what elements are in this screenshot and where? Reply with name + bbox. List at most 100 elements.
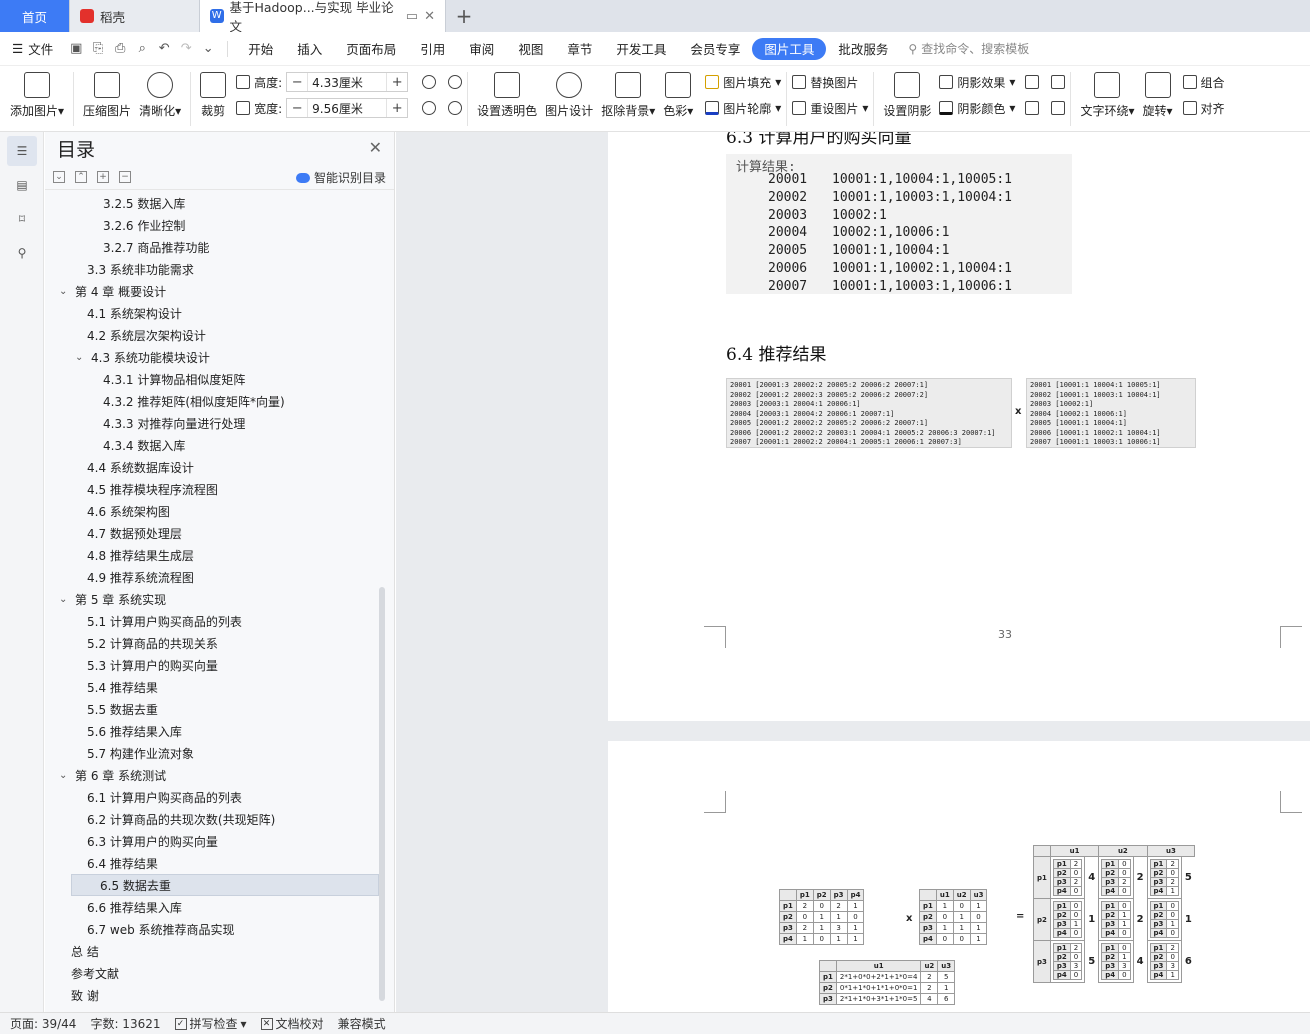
remove-background-button[interactable]: 抠除背景▾ xyxy=(597,66,659,119)
toc-item[interactable]: 4.8 推荐结果生成层 xyxy=(45,544,381,566)
menu-tab-1[interactable]: 插入 xyxy=(285,38,334,60)
collapse-chevron-icon[interactable]: ⌄ xyxy=(59,770,71,781)
toc-item[interactable]: 3.2.6 作业控制 xyxy=(45,214,381,236)
sharpen-button[interactable]: 清晰化▾ xyxy=(135,66,185,119)
toc-item[interactable]: 4.2 系统层次架构设计 xyxy=(45,324,381,346)
page-indicator[interactable]: 页面: 39/44 xyxy=(10,1015,76,1032)
toc-item[interactable]: 3.2.5 数据入库 xyxy=(45,192,381,214)
pin-window-icon[interactable]: ▭ xyxy=(406,9,418,24)
add-entry-icon[interactable]: + xyxy=(97,170,109,183)
toc-item[interactable]: ⌄ 第 5 章 系统实现 xyxy=(45,588,381,610)
word-count[interactable]: 字数: 13621 xyxy=(90,1015,160,1032)
menu-tab-5[interactable]: 视图 xyxy=(506,38,555,60)
export-icon[interactable]: ⎘ xyxy=(87,38,109,60)
menu-tab-3[interactable]: 引用 xyxy=(408,38,457,60)
redo-icon[interactable]: ↷ xyxy=(175,38,197,60)
align-button[interactable]: 对齐 xyxy=(1182,98,1225,118)
toc-item[interactable]: 6.4 推荐结果 xyxy=(45,852,381,874)
width-decrease-button[interactable]: − xyxy=(287,101,307,116)
reset-image-button[interactable]: 重设图片 ▾ xyxy=(792,98,868,118)
toc-item[interactable]: 6.6 推荐结果入库 xyxy=(45,896,381,918)
toc-item[interactable]: 6.2 计算商品的共现次数(共现矩阵) xyxy=(45,808,381,830)
toc-item[interactable]: 5.6 推荐结果入库 xyxy=(45,720,381,742)
rotate-left-icon[interactable] xyxy=(422,75,437,89)
file-menu[interactable]: ☰ 文件 xyxy=(12,39,53,58)
rotate-button[interactable]: 旋转▾ xyxy=(1138,66,1176,119)
find-icon[interactable]: ⚲ xyxy=(7,238,37,268)
shadow-down-icon[interactable] xyxy=(1051,75,1066,89)
toc-item[interactable]: 5.5 数据去重 xyxy=(45,698,381,720)
toc-item[interactable]: 4.4 系统数据库设计 xyxy=(45,456,381,478)
text-wrap-button[interactable]: 文字环绕▾ xyxy=(1076,66,1138,119)
contrast-icon[interactable] xyxy=(448,101,463,115)
shadow-effect-button[interactable]: 阴影效果 ▾ xyxy=(939,72,1015,92)
set-shadow-button[interactable]: 设置阴影 xyxy=(879,66,935,119)
toc-item[interactable]: 5.4 推荐结果 xyxy=(45,676,381,698)
purchase-vector-image[interactable]: 20001 [10001:1 10004:1 10005:1] 20002 [10… xyxy=(1026,378,1196,448)
menu-tab-8[interactable]: 会员专享 xyxy=(678,38,752,60)
collapse-chevron-icon[interactable]: ⌄ xyxy=(59,594,71,605)
width-input[interactable]: 9.56厘米 xyxy=(307,99,388,117)
close-tab-icon[interactable]: ✕ xyxy=(424,9,435,24)
toc-item[interactable]: 4.9 推荐系统流程图 xyxy=(45,566,381,588)
new-tab-button[interactable]: + xyxy=(446,0,482,32)
shadow-color-button[interactable]: 阴影颜色 ▾ xyxy=(939,98,1015,118)
spell-check-toggle[interactable]: ✓ 拼写检查 ▾ xyxy=(174,1015,247,1032)
toc-item[interactable]: 致 谢 xyxy=(45,984,381,1006)
toc-item[interactable]: 3.2.7 商品推荐功能 xyxy=(45,236,381,258)
compress-image-button[interactable]: 压缩图片 xyxy=(79,66,135,119)
height-input[interactable]: 4.33厘米 xyxy=(307,73,388,91)
smart-toc-button[interactable]: 智能识别目录 xyxy=(295,169,386,186)
toc-item[interactable]: 6.3 计算用户的购买向量 xyxy=(45,830,381,852)
group-button[interactable]: 组合 xyxy=(1182,72,1225,92)
menu-tab-0[interactable]: 开始 xyxy=(236,38,285,60)
toc-item[interactable]: 4.5 推荐模块程序流程图 xyxy=(45,478,381,500)
height-stepper[interactable]: − 4.33厘米 + xyxy=(286,72,409,92)
color-button[interactable]: 色彩▾ xyxy=(659,66,697,119)
add-image-button[interactable]: 添加图片▾ xyxy=(6,66,68,119)
toc-item[interactable]: 参考文献 xyxy=(45,962,381,984)
replace-image-button[interactable]: 替换图片 xyxy=(792,72,868,92)
expand-all-icon[interactable]: ⌄ xyxy=(53,170,65,183)
toc-item[interactable]: 5.2 计算商品的共现关系 xyxy=(45,632,381,654)
height-increase-button[interactable]: + xyxy=(387,75,407,90)
tab-document[interactable]: W 基于Hadoop...与实现 毕业论文 ▭ ✕ xyxy=(200,0,446,34)
shadow-right-icon[interactable] xyxy=(1051,101,1066,115)
command-search[interactable]: ⚲ 查找命令、搜索模板 xyxy=(908,40,1029,57)
toc-item[interactable]: ⌄ 第 6 章 系统测试 xyxy=(45,764,381,786)
customize-chevron-icon[interactable]: ⌄ xyxy=(197,38,219,60)
save-icon[interactable]: ▣ xyxy=(65,38,87,60)
tab-daoke[interactable]: 稻壳 xyxy=(70,0,200,32)
print-icon[interactable]: ⎙ xyxy=(109,38,131,60)
toc-item[interactable]: 3.3 系统非功能需求 xyxy=(45,258,381,280)
menu-tab-7[interactable]: 开发工具 xyxy=(604,38,678,60)
rotate-right-icon[interactable] xyxy=(448,75,463,89)
toc-scrollbar[interactable] xyxy=(379,587,385,1001)
chapter-nav-icon[interactable]: ▤ xyxy=(7,170,37,200)
toc-item[interactable]: 6.7 web 系统推荐商品实现 xyxy=(45,918,381,940)
toc-item[interactable]: 5.1 计算用户购买商品的列表 xyxy=(45,610,381,632)
menu-tab-10[interactable]: 批改服务 xyxy=(826,38,900,60)
toc-item[interactable]: 4.3.1 计算物品相似度矩阵 xyxy=(45,368,381,390)
toc-item[interactable]: 4.3.3 对推荐向量进行处理 xyxy=(45,412,381,434)
toc-item[interactable]: 5.3 计算用户的购买向量 xyxy=(45,654,381,676)
toc-item[interactable]: 4.3.4 数据入库 xyxy=(45,434,381,456)
menu-tab-2[interactable]: 页面布局 xyxy=(334,38,408,60)
shadow-up-icon[interactable] xyxy=(1025,75,1040,89)
menu-tab-4[interactable]: 审阅 xyxy=(457,38,506,60)
image-outline-button[interactable]: 图片轮廓 ▾ xyxy=(705,98,781,118)
toc-item[interactable]: 总 结 xyxy=(45,940,381,962)
width-stepper[interactable]: − 9.56厘米 + xyxy=(286,98,409,118)
toc-item[interactable]: 6.1 计算用户购买商品的列表 xyxy=(45,786,381,808)
toc-item[interactable]: 4.6 系统架构图 xyxy=(45,500,381,522)
undo-icon[interactable]: ↶ xyxy=(153,38,175,60)
close-icon[interactable]: ✕ xyxy=(369,138,382,157)
toc-item[interactable]: 4.7 数据预处理层 xyxy=(45,522,381,544)
toc-item[interactable]: ⌄ 4.3 系统功能模块设计 xyxy=(45,346,381,368)
image-design-button[interactable]: 图片设计 xyxy=(541,66,597,119)
shadow-left-icon[interactable] xyxy=(1025,101,1040,115)
recommend-matrix-image[interactable]: 20001 [20001:3 20002:2 20005:2 20006:2 2… xyxy=(726,378,1012,448)
width-increase-button[interactable]: + xyxy=(387,101,407,116)
calc-result-image[interactable]: 计算结果: 20001 10001:1,10004:1,10005:1 20002 1… xyxy=(726,154,1072,294)
bookmark-icon[interactable]: ⌑ xyxy=(7,204,37,234)
